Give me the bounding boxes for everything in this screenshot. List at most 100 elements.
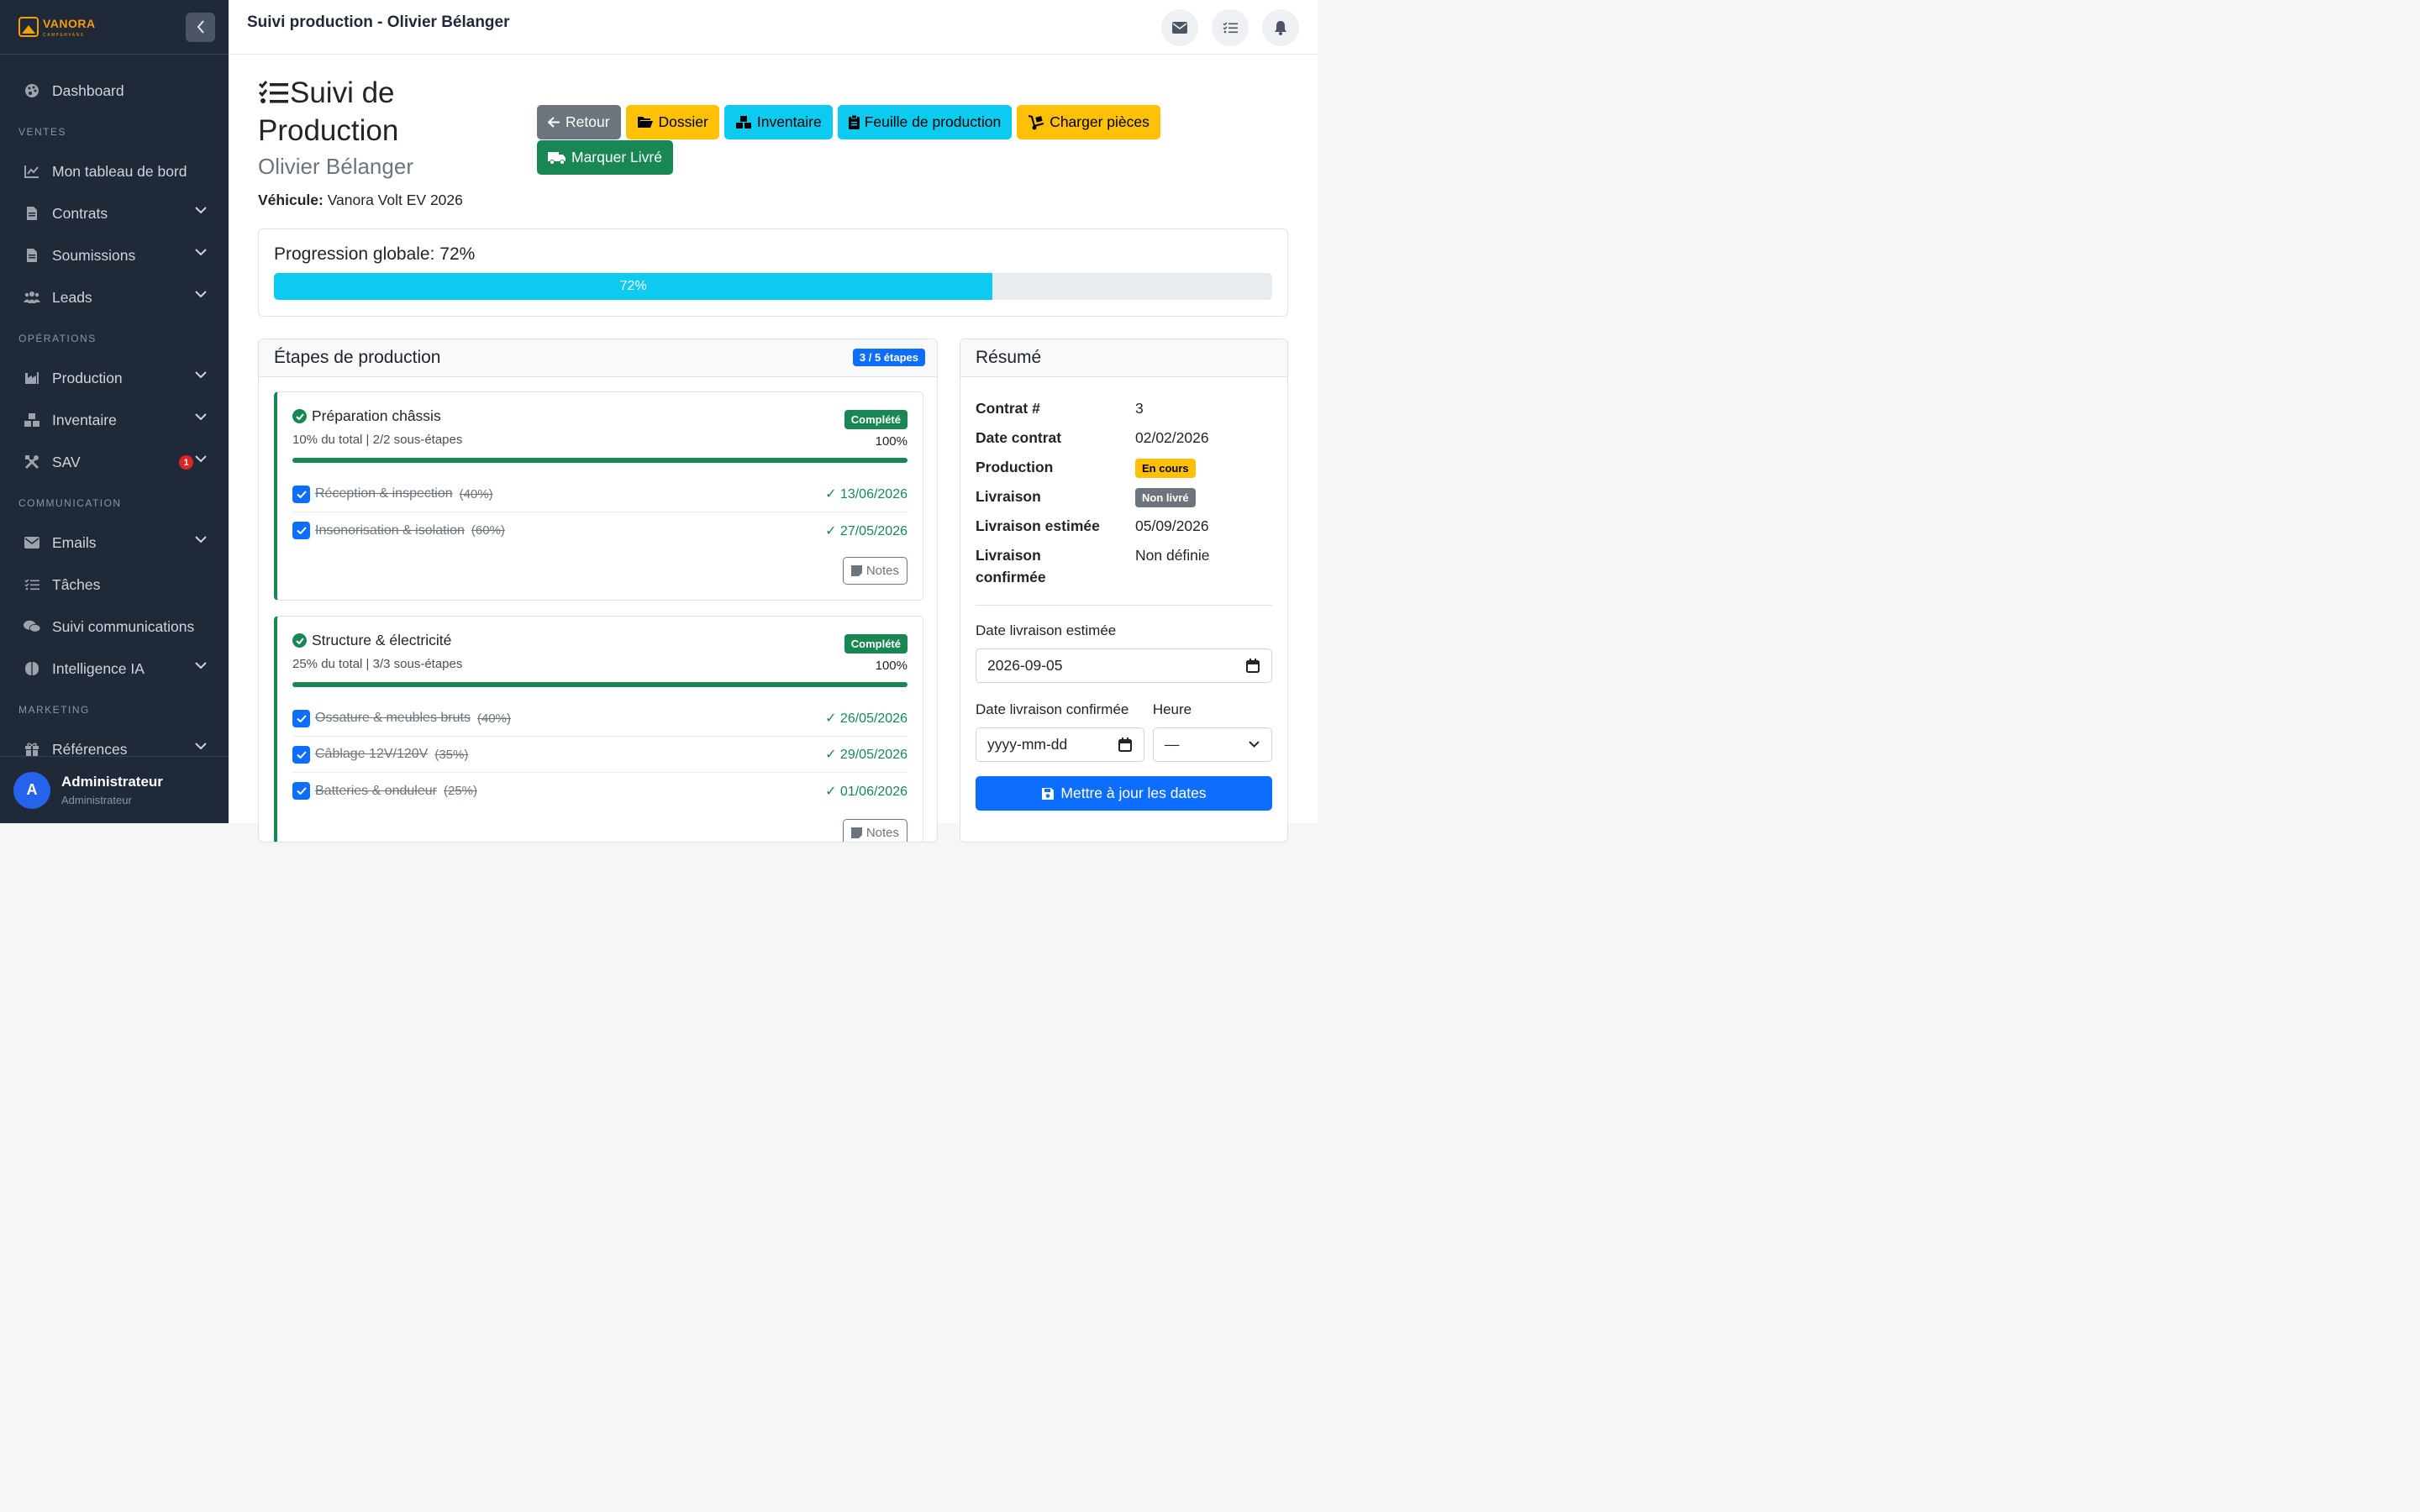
step-status-badge: Complété [844, 410, 908, 429]
sidebar-item-label: Mon tableau de bord [52, 162, 187, 180]
brain-icon [24, 660, 40, 677]
sidebar-user[interactable]: A Administrateur Administrateur [0, 756, 229, 823]
sidebar-item-contrats[interactable]: Contrats [0, 192, 229, 234]
update-dates-button[interactable]: Mettre à jour les dates [976, 776, 1272, 811]
step-meta: 25% du total | 3/3 sous-étapes [292, 657, 463, 671]
envelope-icon [1172, 22, 1187, 34]
user-name: Administrateur [61, 774, 163, 790]
users-icon [24, 289, 40, 306]
arrow-left-icon [548, 117, 560, 128]
sidebar-collapse-button[interactable] [186, 12, 215, 42]
sidebar-item-emails[interactable]: Emails [0, 522, 229, 564]
sidebar-item-label: SAV [52, 453, 81, 470]
topbar: Suivi production - Olivier Bélanger [229, 0, 1318, 55]
folder-button[interactable]: Dossier [625, 105, 719, 139]
chevron-down-icon [195, 662, 207, 669]
substep-checkbox[interactable] [292, 522, 310, 539]
clipboard-icon [848, 115, 860, 129]
chevron-down-icon [195, 207, 207, 214]
substep-weight: (60%) [471, 523, 505, 538]
summary-row-confirmed-delivery: Livraison confirmée Non définie [976, 547, 1210, 585]
substep-row: Réception & inspection (40%) ✓ 13/06/202… [292, 476, 908, 512]
load-parts-button[interactable]: Charger pièces [1017, 105, 1160, 139]
boxes-icon [24, 412, 40, 428]
substep-date: ✓ 01/06/2026 [825, 784, 908, 799]
client-name: Olivier Bélanger [258, 154, 413, 179]
substep-row: Ossature & meubles bruts (40%) ✓ 26/05/2… [292, 701, 908, 737]
substep-checkbox[interactable] [292, 782, 310, 800]
main-content: Suivi de Production Olivier Bélanger Véh… [229, 55, 1318, 843]
calendar-icon[interactable] [1118, 738, 1132, 752]
substep-name: Batteries & onduleur [315, 783, 437, 798]
back-button[interactable]: Retour [537, 105, 621, 139]
step-card: Préparation châssis 10% du total | 2/2 s… [274, 391, 923, 601]
summary-row-contract-date: Date contrat 02/02/2026 [976, 429, 1209, 446]
brand-logo[interactable]: VANORA CAMPERVANS [18, 17, 96, 38]
chevron-down-icon [195, 743, 207, 750]
production-steps-card: Étapes de production 3 / 5 étapes Prépar… [258, 339, 938, 843]
notifications-button[interactable] [1262, 9, 1299, 46]
vehicle-info: Véhicule: Vanora Volt EV 2026 [258, 192, 510, 209]
steps-title: Étapes de production [274, 348, 441, 367]
substep-name: Ossature & meubles bruts [315, 711, 471, 725]
sidebar-item-dashboard[interactable]: Dashboard [0, 70, 229, 112]
step-progress-bar [292, 682, 908, 687]
time-select[interactable]: — [1152, 727, 1272, 762]
action-buttons: Retour Dossier Inventaire Feuille de pro… [537, 105, 1176, 176]
step-progress-bar [292, 458, 908, 463]
substep-name: Câblage 12V/120V [315, 747, 429, 761]
sidebar-item-leads[interactable]: Leads [0, 276, 229, 318]
estimated-date-input[interactable]: 2026-09-05 [976, 648, 1272, 683]
substep-checkbox[interactable] [292, 709, 310, 727]
inventory-button[interactable]: Inventaire [723, 105, 833, 139]
sidebar-nav: Dashboard VENTES Mon tableau de bord Con… [0, 55, 229, 770]
sidebar-item-mon-tableau-de-bord[interactable]: Mon tableau de bord [0, 150, 229, 192]
sidebar-item-soumissions[interactable]: Soumissions [0, 234, 229, 276]
substep-row: Câblage 12V/120V (35%) ✓ 29/05/2026 [292, 737, 908, 773]
tasks-button[interactable] [1212, 9, 1249, 46]
file-icon [24, 247, 40, 264]
global-progress-fill: 72% [274, 273, 993, 300]
sticky-note-icon [850, 565, 862, 576]
chevron-down-icon [195, 249, 207, 256]
steps-count-badge: 3 / 5 étapes [852, 349, 925, 366]
page-title: Suivi de Production [258, 76, 510, 149]
user-role: Administrateur [61, 794, 132, 806]
substep-checkbox[interactable] [292, 485, 310, 503]
sidebar-item-inventaire[interactable]: Inventaire [0, 399, 229, 441]
substep-row: Insonorisation & isolation (60%) ✓ 27/05… [292, 512, 908, 549]
confirmed-date-label: Date livraison confirmée [976, 701, 1129, 717]
tasks-icon [24, 576, 40, 593]
sidebar-item-taches[interactable]: Tâches [0, 564, 229, 606]
step-status-badge: Complété [844, 634, 908, 654]
boxes-icon [735, 116, 751, 129]
gift-icon [24, 741, 40, 758]
sidebar-item-suivi-communications[interactable]: Suivi communications [0, 606, 229, 648]
notes-button[interactable]: Notes [842, 819, 908, 842]
confirmed-date-input[interactable]: yyyy-mm-dd [976, 727, 1144, 762]
folder-open-icon [637, 117, 653, 128]
substep-checkbox[interactable] [292, 745, 310, 764]
divider [976, 605, 1272, 606]
logo-mountain-icon [18, 17, 39, 37]
sidebar-item-production[interactable]: Production [0, 357, 229, 399]
production-sheet-button[interactable]: Feuille de production [837, 105, 1013, 139]
page-head: Suivi de Production Olivier Bélanger Véh… [258, 76, 510, 209]
chevron-down-icon [1249, 741, 1260, 748]
steps-header: Étapes de production 3 / 5 étapes [259, 339, 937, 377]
sidebar-section-operations: OPÉRATIONS [18, 333, 97, 344]
mark-delivered-button[interactable]: Marquer Livré [537, 140, 673, 175]
substep-weight: (25%) [443, 784, 477, 798]
notes-button[interactable]: Notes [842, 557, 908, 585]
tasks-icon [258, 78, 288, 113]
sidebar-brand: VANORA CAMPERVANS [0, 0, 229, 55]
sidebar-item-intelligence-ia[interactable]: Intelligence IA [0, 648, 229, 690]
sidebar-item-label: Tâches [52, 575, 101, 593]
substep-row: Batteries & onduleur (25%) ✓ 01/06/2026 [292, 773, 908, 809]
truck-icon [548, 151, 566, 165]
check-circle-icon [292, 409, 307, 423]
step-percent: 100% [875, 659, 908, 673]
calendar-icon[interactable] [1246, 659, 1260, 673]
messages-button[interactable] [1161, 9, 1198, 46]
sidebar-item-sav[interactable]: SAV 1 [0, 441, 229, 483]
